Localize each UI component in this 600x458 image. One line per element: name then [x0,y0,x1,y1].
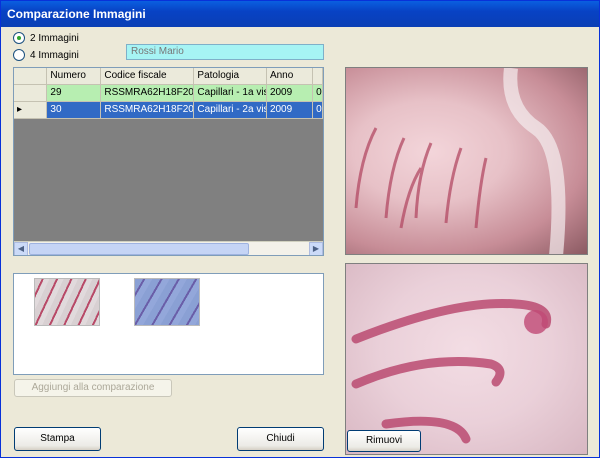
scroll-left-icon[interactable]: ◀ [14,242,28,255]
cell-extra: 0 [313,85,323,102]
cell-extra: 0 [313,102,323,119]
cell-patologia: Capillari - 1a visita [194,85,267,102]
visits-table: Numero Codice fiscale Patologia Anno 29 … [13,67,324,256]
table-row[interactable]: ▸ 30 RSSMRA62H18F205F Capillari - 2a vis… [14,102,323,119]
capillary-image-bottom [351,298,552,444]
thumbnail-image[interactable] [34,278,100,326]
radio-four-label: 4 Immagini [30,49,79,61]
add-to-comparison-button[interactable]: Aggiungi alla comparazione [14,379,172,397]
horizontal-scrollbar[interactable]: ◀ ▶ [14,241,323,255]
comparison-image-top [345,67,588,255]
table-header: Numero Codice fiscale Patologia Anno [14,68,323,85]
row-header-corner [14,68,48,85]
thumbnail-panel [13,273,324,375]
radio-two-label: 2 Immagini [30,32,79,44]
radio-dot-selected-icon [13,32,25,44]
row-header[interactable] [14,85,48,102]
radio-dot-icon [13,49,25,61]
column-header[interactable]: Numero [47,68,102,85]
window-title: Comparazione Immagini [1,1,599,27]
column-header[interactable]: Anno [266,68,314,85]
cell-numero: 30 [47,102,102,119]
comparison-image-bottom: Rimuovi [345,263,588,455]
cell-numero: 29 [47,85,102,102]
thumbnail-image[interactable] [134,278,200,326]
comparison-window: Comparazione Immagini 2 Immagini 4 Immag… [0,0,600,458]
capillary-image-top [354,68,566,254]
scroll-thumb[interactable] [29,243,249,255]
cell-codice: RSSMRA62H18F205F [101,85,195,102]
radio-two-images[interactable]: 2 Immagini [13,32,79,44]
scroll-right-icon[interactable]: ▶ [309,242,323,255]
row-header-current[interactable]: ▸ [14,102,48,119]
remove-button[interactable]: Rimuovi [347,430,421,452]
cell-codice: RSSMRA62H18F205F [101,102,195,119]
table-row[interactable]: 29 RSSMRA62H18F205F Capillari - 1a visit… [14,85,323,102]
patient-name-field[interactable]: Rossi Mario [126,44,324,60]
column-header[interactable]: Patologia [194,68,267,85]
print-button[interactable]: Stampa [14,427,101,451]
cell-patologia: Capillari - 2a visita [194,102,267,119]
radio-four-images[interactable]: 4 Immagini [13,49,79,61]
column-header[interactable] [313,68,323,85]
close-button[interactable]: Chiudi [237,427,324,451]
cell-anno: 2009 [266,85,314,102]
cell-anno: 2009 [266,102,314,119]
column-header[interactable]: Codice fiscale [101,68,195,85]
